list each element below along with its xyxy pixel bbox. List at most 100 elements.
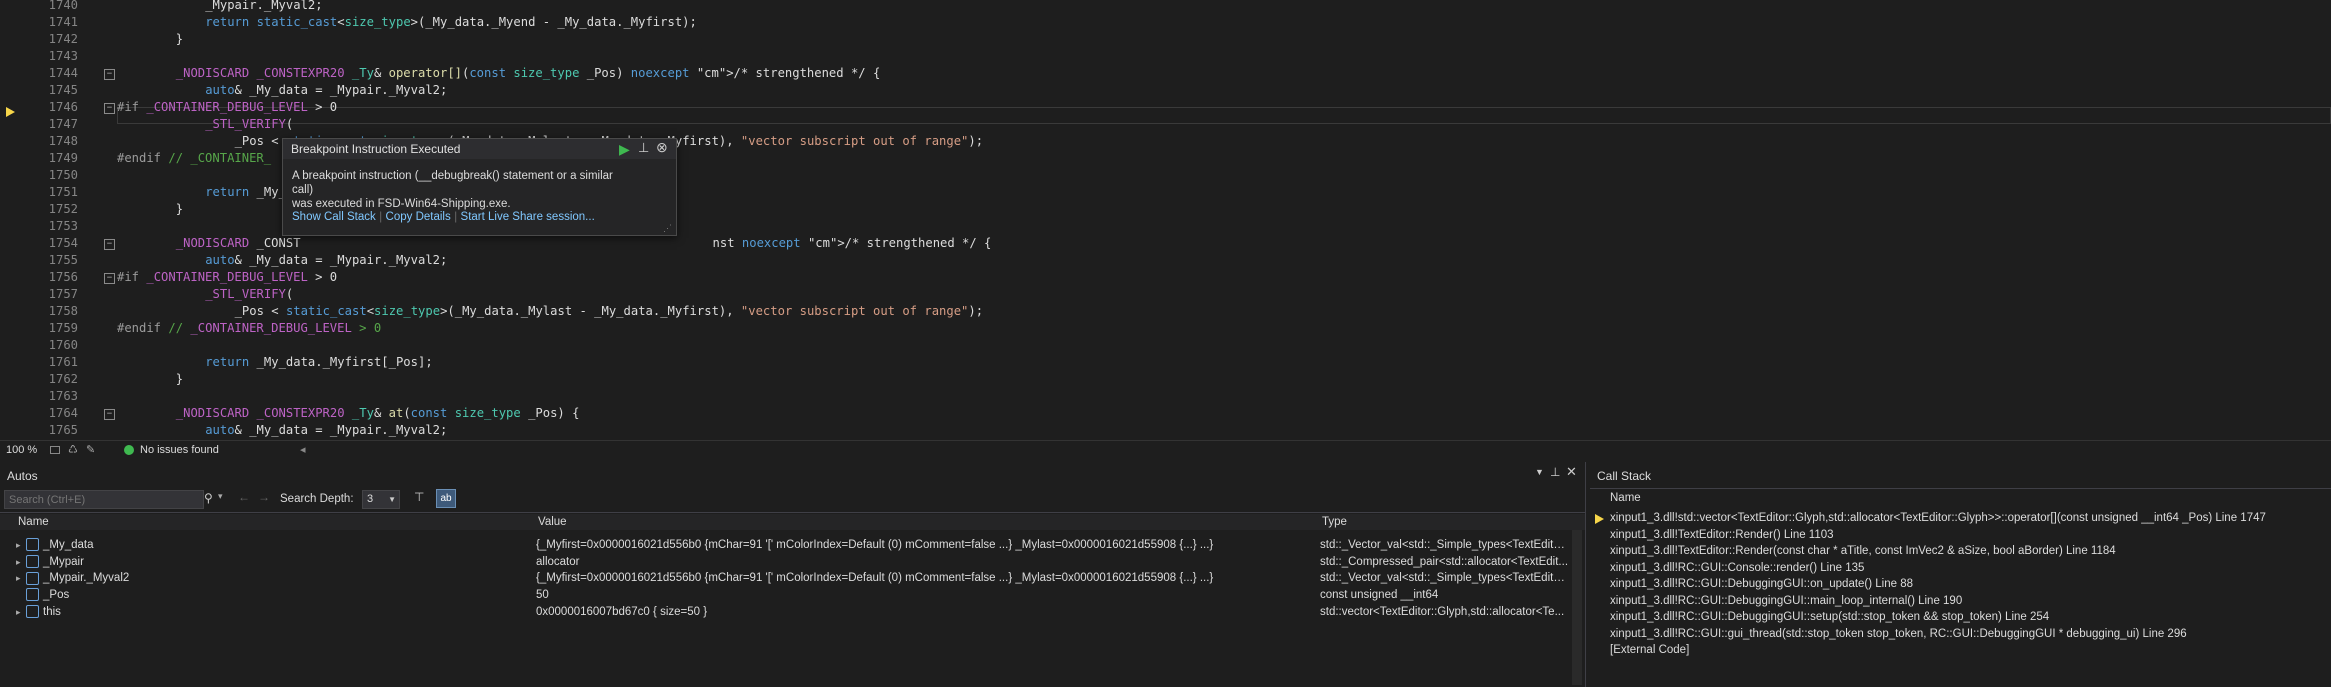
call-stack-frame[interactable]: xinput1_3.dll!TextEditor::Render() Line … <box>1590 528 2331 543</box>
variable-value[interactable]: 0x0000016007bd67c0 { size=50 } <box>536 604 1316 621</box>
hex-display-toggle-icon[interactable]: ab <box>436 489 456 508</box>
code-line[interactable]: 1756 − #if _CONTAINER_DEBUG_LEVEL > 0 <box>0 269 2331 286</box>
code-line[interactable]: 1757 _STL_VERIFY( <box>0 286 2331 303</box>
code-line[interactable]: 1765 auto& _My_data = _Mypair._Myval2; <box>0 422 2331 439</box>
close-pane-icon[interactable]: ✕ <box>1566 464 1577 480</box>
code-line[interactable]: 1747 _STL_VERIFY( <box>0 116 2331 133</box>
autos-row[interactable]: _Pos 50 const unsigned __int64 <box>0 587 1570 604</box>
line-number: 1757 <box>48 287 78 301</box>
code-line[interactable]: 1741 return static_cast<size_type>(_My_da… <box>0 14 2331 31</box>
line-number: 1746 <box>48 100 78 114</box>
call-stack-frame[interactable]: xinput1_3.dll!RC::GUI::DebuggingGUI::mai… <box>1590 594 2331 609</box>
line-number: 1763 <box>48 389 78 403</box>
fold-toggle-icon[interactable]: − <box>104 273 115 284</box>
live-share-link[interactable]: Start Live Share session... <box>461 211 595 223</box>
expand-chevron-icon[interactable]: ▸ <box>16 537 26 554</box>
line-number: 1749 <box>48 151 78 165</box>
resize-grip-icon[interactable]: ⋰ <box>663 223 672 234</box>
code-line[interactable]: 1763 <box>0 388 2331 405</box>
variable-value[interactable]: {_Myfirst=0x0000016021d556b0 {mChar=91 '… <box>536 570 1316 587</box>
fold-toggle-icon[interactable]: − <box>104 69 115 80</box>
pin-icon[interactable]: ⊥ <box>638 140 649 156</box>
zoom-dropdown-icon[interactable] <box>50 446 60 454</box>
expand-chevron-icon[interactable]: ▸ <box>16 554 26 571</box>
scroll-left-icon[interactable]: ◂ <box>300 441 306 459</box>
search-input[interactable] <box>4 490 204 509</box>
line-number: 1741 <box>48 15 78 29</box>
code-line[interactable]: 1746 − #if _CONTAINER_DEBUG_LEVEL > 0 <box>0 99 2331 116</box>
expand-chevron-icon[interactable]: ▸ <box>16 604 26 621</box>
show-call-stack-link[interactable]: Show Call Stack <box>292 211 376 223</box>
call-stack-frame[interactable]: xinput1_3.dll!RC::GUI::DebuggingGUI::on_… <box>1590 577 2331 592</box>
autos-row[interactable]: ▸ _Mypair allocator std::_Compressed_pair<s… <box>0 554 1570 571</box>
autos-title: Autos <box>7 469 38 483</box>
line-number: 1762 <box>48 372 78 386</box>
autos-row[interactable]: ▸ _My_data {_Myfirst=0x0000016021d556b0 {m… <box>0 537 1570 554</box>
variable-value[interactable]: {_Myfirst=0x0000016021d556b0 {mChar=91 '… <box>536 537 1316 554</box>
frame-label: xinput1_3.dll!RC::GUI::DebuggingGUI::set… <box>1610 611 2050 623</box>
call-stack-frame[interactable]: xinput1_3.dll!TextEditor::Render(const c… <box>1590 544 2331 559</box>
code-line[interactable]: 1759 #endif // _CONTAINER_DEBUG_LEVEL > 0 <box>0 320 2331 337</box>
code-line[interactable]: 1758 _Pos < static_cast<size_type>(_My_da… <box>0 303 2331 320</box>
code-text: _STL_VERIFY( <box>205 117 294 131</box>
popup-message-line: A breakpoint instruction (__debugbreak()… <box>292 170 613 196</box>
column-header-name[interactable]: Name <box>1610 490 1641 506</box>
copy-details-link[interactable]: Copy Details <box>386 211 451 223</box>
brush-icon[interactable]: ✎ <box>86 441 95 459</box>
code-line[interactable]: 1760 <box>0 337 2331 354</box>
column-header-name[interactable]: Name <box>18 514 49 530</box>
continue-icon[interactable]: ▶ <box>619 141 630 158</box>
call-stack-window: Call Stack Name xinput1_3.dll!std::vecto… <box>1590 462 2331 687</box>
code-line[interactable]: 1743 <box>0 48 2331 65</box>
line-number: 1760 <box>48 338 78 352</box>
call-stack-frame[interactable]: xinput1_3.dll!RC::GUI::DebuggingGUI::set… <box>1590 610 2331 625</box>
issues-status[interactable]: No issues found <box>140 441 219 459</box>
code-line[interactable]: 1745 auto& _My_data = _Mypair._Myval2; <box>0 82 2331 99</box>
ok-check-icon <box>124 445 134 455</box>
copilot-icon[interactable]: ♺ <box>68 441 78 459</box>
column-header-value[interactable]: Value <box>538 514 567 530</box>
line-number: 1759 <box>48 321 78 335</box>
call-stack-frame[interactable]: [External Code] <box>1590 643 2331 658</box>
code-line[interactable]: 1755 auto& _My_data = _Mypair._Myval2; <box>0 252 2331 269</box>
zoom-level[interactable]: 100 % <box>6 441 37 459</box>
code-line[interactable]: 1764 − _NODISCARD _CONSTEXPR20 _Ty& at(con… <box>0 405 2331 422</box>
forward-arrow-icon[interactable]: → <box>258 490 270 504</box>
code-line[interactable]: 1754 − _NODISCARD _CONST nst noexcept "cm">… <box>0 235 2331 252</box>
object-icon <box>26 555 39 569</box>
variable-type: std::vector<TextEditor::Glyph,std::alloc… <box>1320 605 1565 618</box>
call-stack-frame[interactable]: xinput1_3.dll!RC::GUI::Console::render()… <box>1590 561 2331 576</box>
close-icon[interactable]: ⊗ <box>656 139 668 156</box>
frame-label: xinput1_3.dll!std::vector<TextEditor::Gl… <box>1610 512 2266 524</box>
back-arrow-icon[interactable]: ← <box>238 490 250 504</box>
filter-icon[interactable]: ⊤ <box>414 490 424 504</box>
call-stack-frame[interactable]: xinput1_3.dll!RC::GUI::gui_thread(std::s… <box>1590 627 2331 642</box>
column-header-type[interactable]: Type <box>1322 514 1347 530</box>
variable-value[interactable]: 50 <box>536 587 1316 604</box>
line-number: 1761 <box>48 355 78 369</box>
code-line[interactable]: 1742} <box>0 31 2331 48</box>
call-stack-frame[interactable]: xinput1_3.dll!std::vector<TextEditor::Gl… <box>1590 511 2331 526</box>
dropdown-arrow-icon[interactable]: ▼ <box>1535 467 1544 477</box>
autos-row[interactable]: ▸ _Mypair._Myval2 {_Myfirst=0x0000016021d5… <box>0 570 1570 587</box>
code-text: return _My_data._Myfirst[_Pos]; <box>205 355 433 369</box>
object-icon <box>26 538 39 552</box>
line-number: 1754 <box>48 236 78 250</box>
fold-toggle-icon[interactable]: − <box>104 409 115 420</box>
variable-value[interactable]: allocator <box>536 554 1316 571</box>
search-depth-select[interactable]: 3 ▼ <box>362 490 400 509</box>
code-line[interactable]: 1740 _Mypair._Myval2; <box>0 0 2331 14</box>
autos-row[interactable]: ▸ this 0x0000016007bd67c0 { size=50 } std::… <box>0 604 1570 621</box>
search-icon[interactable]: ⚲ <box>204 491 213 505</box>
pin-icon[interactable]: ⊥ <box>1550 465 1560 479</box>
vertical-scrollbar[interactable] <box>1572 530 1582 685</box>
code-line[interactable]: 1762} <box>0 371 2331 388</box>
code-line[interactable]: 1761 return _My_data._Myfirst[_Pos]; <box>0 354 2331 371</box>
code-editor[interactable]: 1740 _Mypair._Myval2; 1741 return static_ca… <box>0 0 2331 440</box>
expand-chevron-icon[interactable]: ▸ <box>16 570 26 587</box>
fold-toggle-icon[interactable]: − <box>104 239 115 250</box>
fold-toggle-icon[interactable]: − <box>104 103 115 114</box>
line-number: 1740 <box>48 0 78 12</box>
search-options-icon[interactable]: ▾ <box>218 491 223 502</box>
code-line[interactable]: 1744 − _NODISCARD _CONSTEXPR20 _Ty& operat… <box>0 65 2331 82</box>
